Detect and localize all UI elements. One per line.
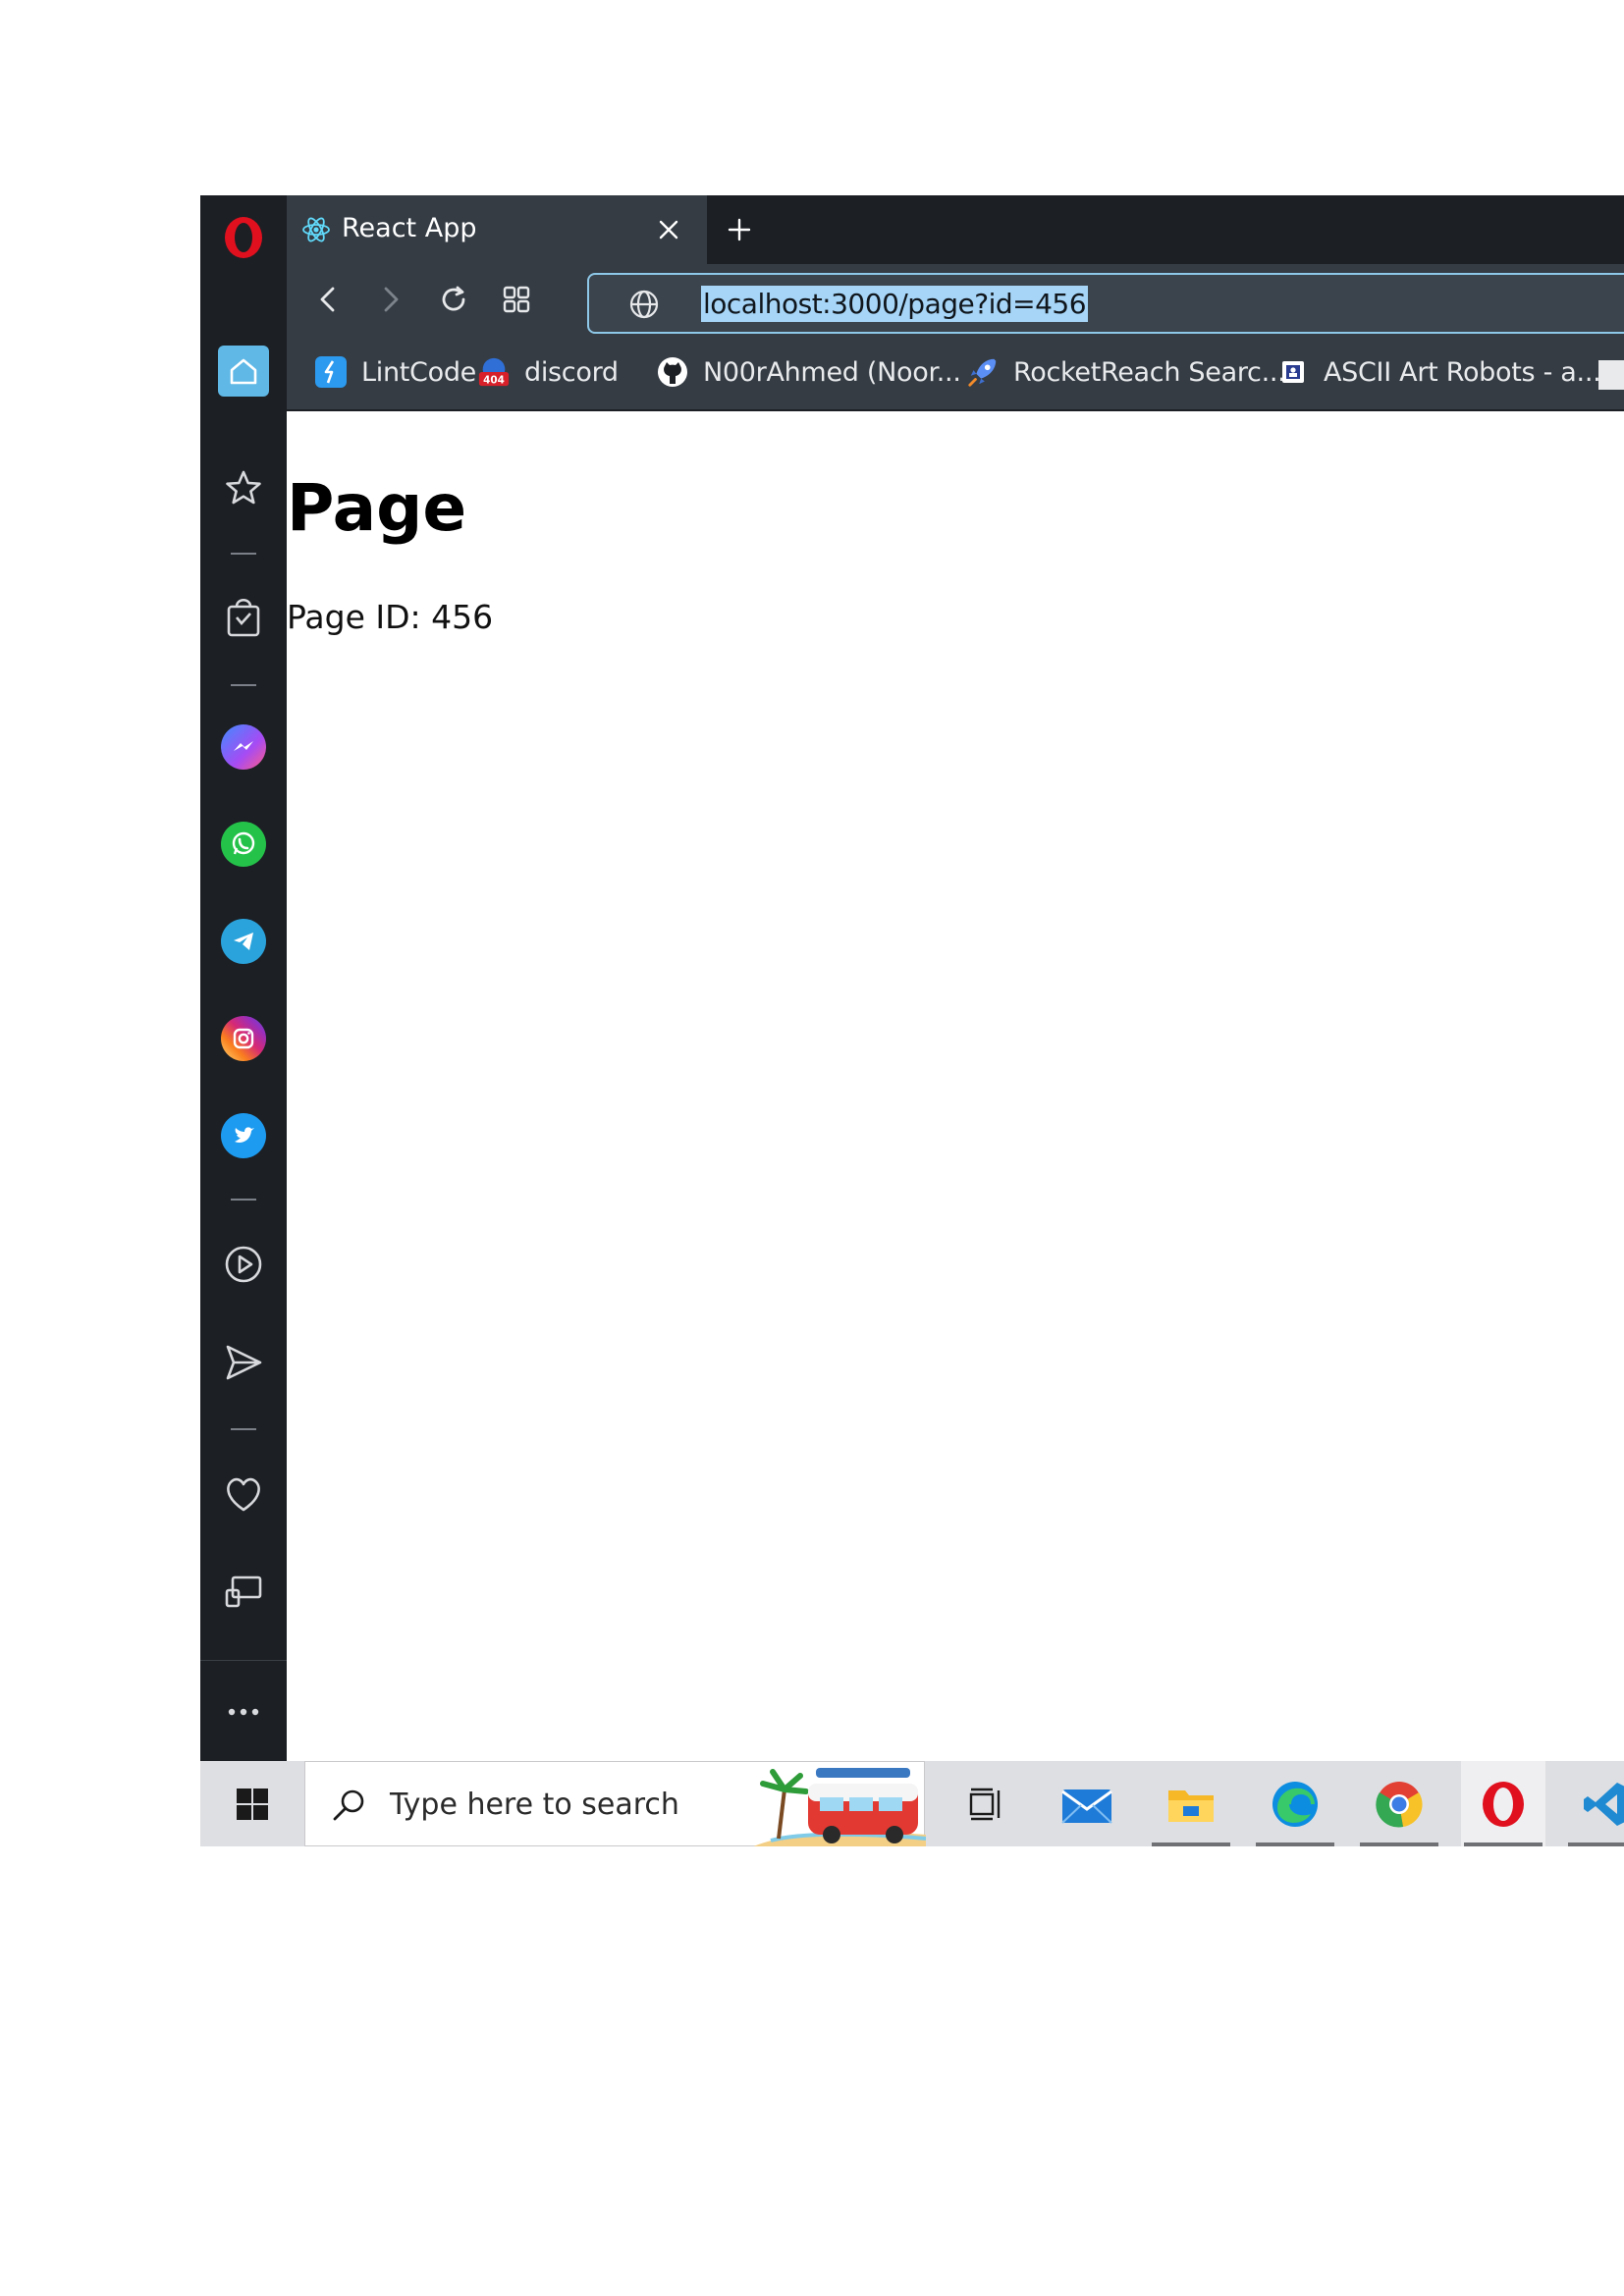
sidebar-divider [200,1660,287,1661]
more-icon[interactable] [200,1697,287,1727]
tab-title: React App [342,213,477,243]
ascii-icon [1276,355,1310,389]
task-view-icon[interactable] [945,1761,1029,1846]
search-highlight-image [751,1762,927,1846]
page-title: Page [287,470,467,546]
opera-logo-icon[interactable] [200,213,287,262]
bookmark-overflow-icon[interactable] [1598,360,1624,390]
bookmark-label: discord [524,356,619,388]
bookmark-label: N00rAhmed (Noor... [703,356,961,388]
windows-icon [237,1788,268,1820]
plus-icon [728,218,751,241]
reload-button[interactable] [430,276,477,323]
send-icon[interactable] [200,1340,287,1385]
search-icon [329,1786,368,1829]
lintcode-icon [314,355,348,389]
forward-button[interactable] [367,276,414,323]
chevron-right-icon [384,287,399,312]
sidebar-separator [231,684,256,686]
file-explorer-icon[interactable] [1149,1761,1233,1846]
twitter-icon[interactable] [200,1113,287,1158]
reload-icon [442,286,465,311]
messenger-icon[interactable] [200,724,287,770]
bookmark-rocketreach[interactable]: RocketReach Searc... [966,352,1286,392]
opera-icon[interactable] [1461,1761,1545,1846]
address-bar[interactable]: localhost:3000/page?id=456 [587,273,1624,334]
globe-icon[interactable] [628,289,660,324]
bookmark-ascii-art-robots[interactable]: ASCII Art Robots - a... [1276,352,1601,392]
player-icon[interactable] [200,1242,287,1287]
whatsapp-icon[interactable] [200,822,287,867]
react-icon [300,214,332,245]
svg-text:404: 404 [483,374,505,386]
bookmark-github[interactable]: N00rAhmed (Noor... [656,352,961,392]
chrome-icon[interactable] [1357,1761,1441,1846]
tab-grid-button[interactable] [493,276,540,323]
telegram-icon[interactable] [200,919,287,964]
url-text[interactable]: localhost:3000/page?id=456 [701,286,1089,322]
github-icon [656,355,689,389]
taskbar-search[interactable]: Type here to search [304,1761,927,1846]
history-icon[interactable] [200,1570,287,1615]
mail-icon[interactable] [1045,1761,1129,1846]
heart-icon[interactable] [200,1471,287,1517]
bookmark-label: LintCode [361,356,476,388]
instagram-icon[interactable] [200,1016,287,1061]
tab-bar: React App [287,195,1624,264]
tab-react-app[interactable]: React App [287,195,707,264]
start-button[interactable] [200,1761,304,1846]
rocket-icon [966,355,1000,389]
bookmark-discord[interactable]: 404 discord [477,352,619,392]
chevron-left-icon [320,287,335,312]
page-id-text: Page ID: 456 [287,598,494,636]
bookmark-label: ASCII Art Robots - a... [1324,356,1601,388]
windows-taskbar: Type here to search [200,1761,1624,1846]
close-icon[interactable] [648,209,689,250]
search-placeholder: Type here to search [390,1788,679,1822]
sidebar-separator [231,1199,256,1201]
opera-sidebar [200,195,287,1761]
sidebar-separator [231,1428,256,1430]
grid-icon [503,286,530,313]
edge-icon[interactable] [1253,1761,1337,1846]
shopping-bag-icon[interactable] [200,594,287,639]
vscode-icon[interactable] [1565,1761,1624,1846]
404-icon: 404 [477,355,511,389]
bookmark-label: RocketReach Searc... [1013,356,1286,388]
new-tab-button[interactable] [719,209,760,250]
star-icon[interactable] [200,466,287,509]
page-content: Page Page ID: 456 [287,411,1624,1761]
back-button[interactable] [304,276,352,323]
screenshot: React App localhost:3000/page?id=456 Lin… [200,195,1624,1846]
sidebar-separator [231,553,256,555]
home-icon[interactable] [200,346,287,397]
navigation-bar: localhost:3000/page?id=456 [287,264,1624,339]
bookmarks-bar: LintCode 404 discord N00rAhmed (Noor... … [287,339,1624,411]
bookmark-lintcode[interactable]: LintCode [314,352,476,392]
